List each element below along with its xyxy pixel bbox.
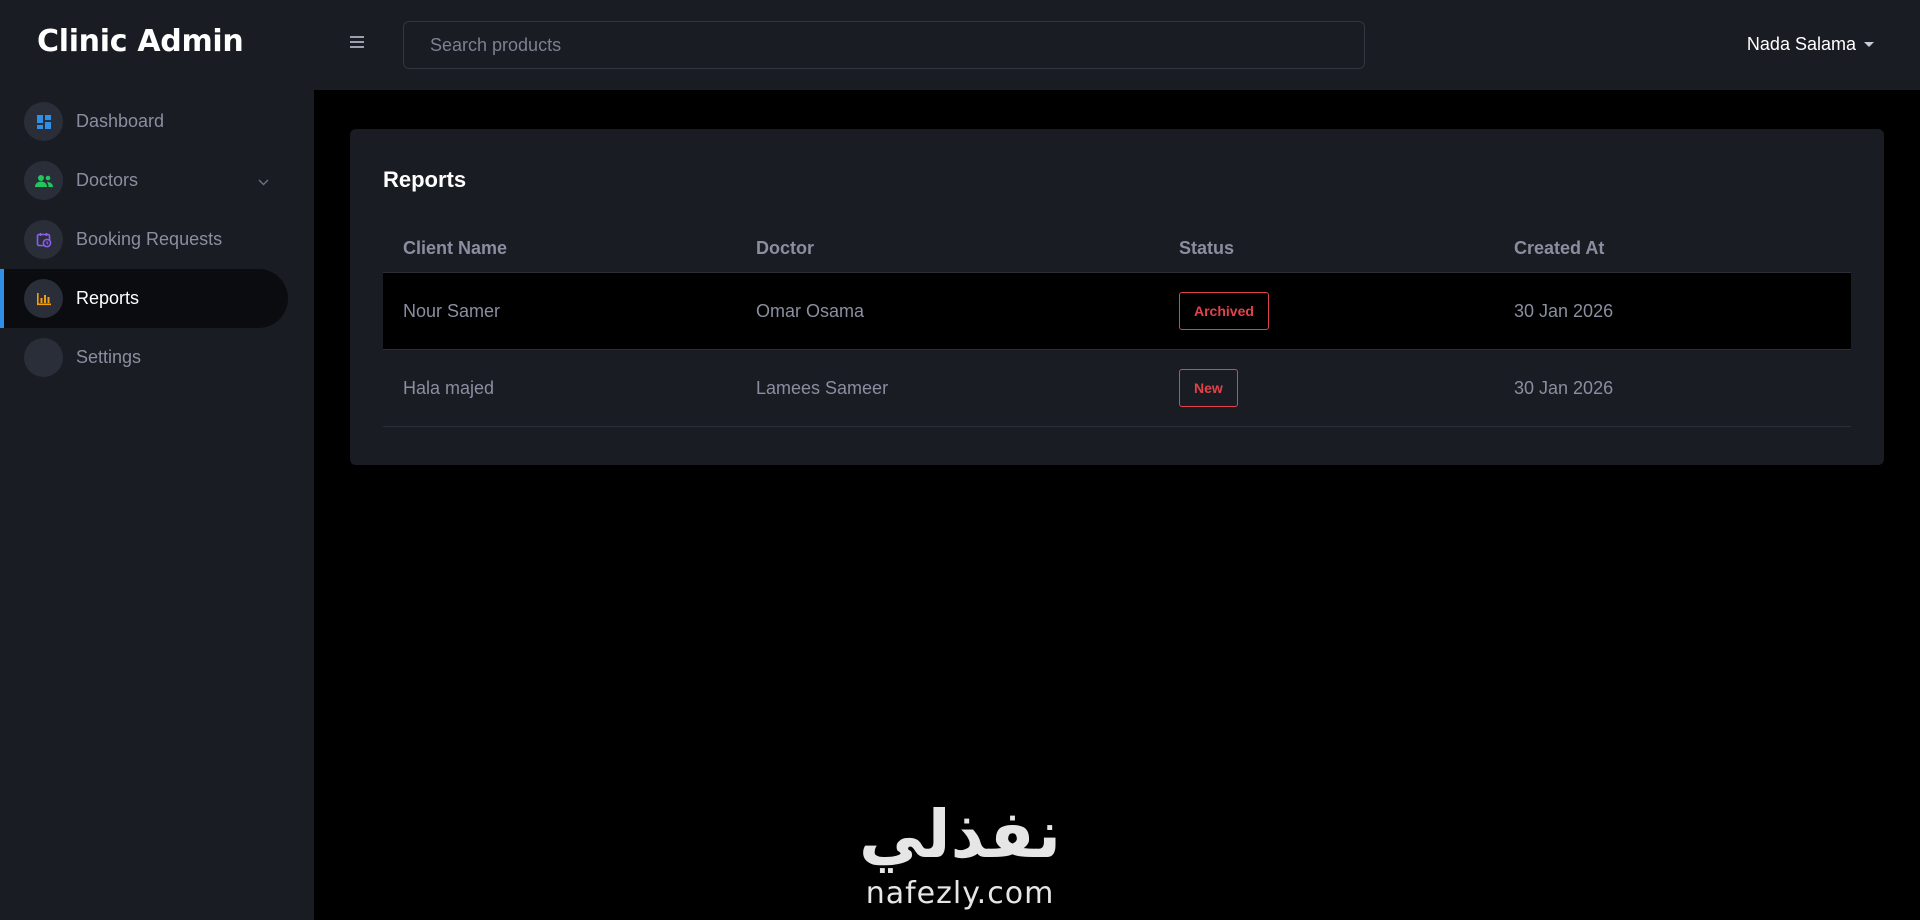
sidebar-item-label: Settings	[76, 347, 142, 367]
sidebar-item-label: Booking Requests	[76, 229, 223, 249]
reports-card: Reports Client Name Doctor Status Create…	[350, 129, 1884, 465]
user-name: Nada Salama	[1746, 34, 1856, 54]
settings-icon	[24, 338, 63, 377]
watermark-latin: nafezly.com	[865, 876, 1055, 911]
user-menu[interactable]: Nada Salama	[1747, 34, 1874, 55]
column-header-created: Created At	[1514, 238, 1605, 258]
cell-created: 30 Jan 2026	[1514, 378, 1614, 398]
sidebar-nav: Dashboard Doctors Booking Requests Repor…	[0, 92, 314, 387]
users-icon	[24, 161, 63, 200]
caret-down-icon	[1864, 42, 1874, 47]
watermark: نفذلي nafezly.com	[850, 796, 1070, 912]
watermark-arabic: نفذلي	[859, 796, 1061, 873]
sidebar-item-dashboard[interactable]: Dashboard	[0, 92, 288, 151]
reports-table: Client Name Doctor Status Created At Nou…	[383, 225, 1851, 427]
bar-chart-icon	[24, 279, 63, 318]
sidebar-item-reports[interactable]: Reports	[0, 269, 288, 328]
cell-client: Nour Samer	[403, 301, 501, 321]
table-row[interactable]: Nour Samer Omar Osama Archived 30 Jan 20…	[383, 273, 1851, 350]
cell-doctor: Omar Osama	[756, 301, 865, 321]
sidebar-item-label: Dashboard	[76, 111, 165, 131]
dashboard-icon	[24, 102, 63, 141]
cell-client: Hala majed	[403, 378, 495, 398]
column-header-client: Client Name	[403, 238, 508, 258]
table-header: Client Name Doctor Status Created At	[383, 225, 1851, 273]
sidebar-item-label: Reports	[76, 288, 140, 308]
column-header-status: Status	[1179, 238, 1235, 258]
top-bar: Nada Salama	[314, 0, 1920, 90]
chevron-down-icon	[258, 173, 269, 191]
app-title: Clinic Admin	[37, 24, 244, 59]
sidebar-item-label: Doctors	[76, 170, 139, 190]
sidebar-item-booking-requests[interactable]: Booking Requests	[0, 210, 288, 269]
sidebar-item-settings[interactable]: Settings	[0, 328, 288, 387]
column-header-doctor: Doctor	[756, 238, 814, 258]
calendar-clock-icon	[24, 220, 63, 259]
sidebar: Clinic Admin Dashboard Doctors Booking R…	[0, 0, 314, 920]
status-badge: Archived	[1179, 292, 1269, 330]
cell-doctor: Lamees Sameer	[756, 378, 889, 398]
search-input[interactable]	[403, 21, 1365, 69]
menu-toggle-icon[interactable]	[350, 36, 366, 50]
status-badge: New	[1179, 369, 1238, 407]
page-title: Reports	[383, 167, 467, 192]
table-row[interactable]: Hala majed Lamees Sameer New 30 Jan 2026	[383, 350, 1851, 427]
sidebar-item-doctors[interactable]: Doctors	[0, 151, 288, 210]
cell-created: 30 Jan 2026	[1514, 301, 1614, 321]
